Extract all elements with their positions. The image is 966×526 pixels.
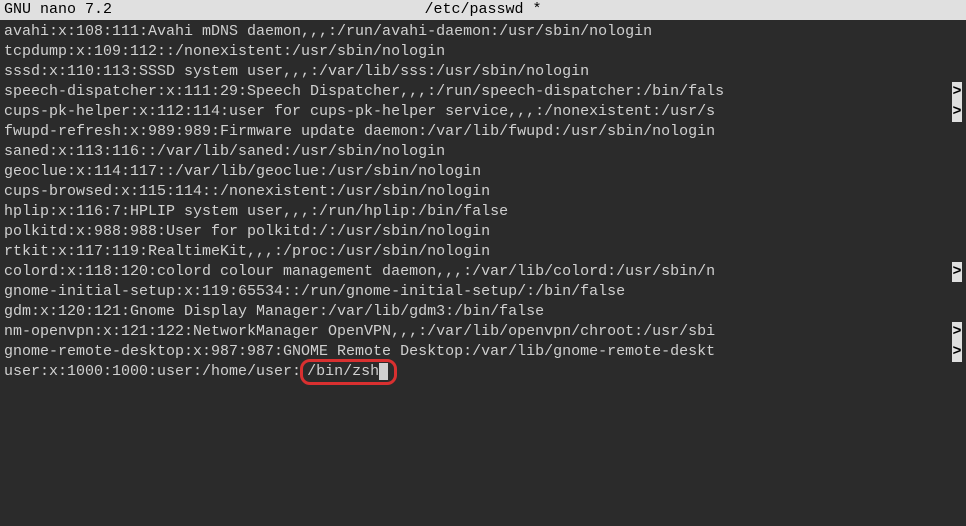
- line-text: fwupd-refresh:x:989:989:Firmware update …: [4, 122, 715, 142]
- file-line[interactable]: colord:x:118:120:colord colour managemen…: [4, 262, 962, 282]
- file-line[interactable]: cups-pk-helper:x:112:114:user for cups-p…: [4, 102, 962, 122]
- continuation-indicator: >: [952, 262, 962, 282]
- app-name: GNU nano 7.2: [4, 0, 112, 20]
- titlebar: GNU nano 7.2 /etc/passwd * GNU nano 7.2: [0, 0, 966, 20]
- file-line[interactable]: polkitd:x:988:988:User for polkitd:/:/us…: [4, 222, 962, 242]
- file-line[interactable]: gdm:x:120:121:Gnome Display Manager:/var…: [4, 302, 962, 322]
- file-line[interactable]: geoclue:x:114:117::/var/lib/geoclue:/usr…: [4, 162, 962, 182]
- line-text: hplip:x:116:7:HPLIP system user,,,:/run/…: [4, 202, 508, 222]
- highlight-annotation: /bin/zsh: [300, 359, 397, 385]
- filename: /etc/passwd *: [112, 0, 854, 20]
- line-text: saned:x:113:116::/var/lib/saned:/usr/sbi…: [4, 142, 445, 162]
- line-text: gdm:x:120:121:Gnome Display Manager:/var…: [4, 302, 544, 322]
- file-line[interactable]: avahi:x:108:111:Avahi mDNS daemon,,,:/ru…: [4, 22, 962, 42]
- line-text: avahi:x:108:111:Avahi mDNS daemon,,,:/ru…: [4, 22, 652, 42]
- file-line[interactable]: sssd:x:110:113:SSSD system user,,,:/var/…: [4, 62, 962, 82]
- editor-content[interactable]: avahi:x:108:111:Avahi mDNS daemon,,,:/ru…: [0, 20, 966, 382]
- file-line[interactable]: speech-dispatcher:x:111:29:Speech Dispat…: [4, 82, 962, 102]
- highlighted-text: /bin/zsh: [307, 363, 379, 380]
- line-text: polkitd:x:988:988:User for polkitd:/:/us…: [4, 222, 490, 242]
- file-line[interactable]: rtkit:x:117:119:RealtimeKit,,,:/proc:/us…: [4, 242, 962, 262]
- continuation-indicator: >: [952, 82, 962, 102]
- file-line[interactable]: saned:x:113:116::/var/lib/saned:/usr/sbi…: [4, 142, 962, 162]
- file-line[interactable]: hplip:x:116:7:HPLIP system user,,,:/run/…: [4, 202, 962, 222]
- line-text: tcpdump:x:109:112::/nonexistent:/usr/sbi…: [4, 42, 445, 62]
- line-text: sssd:x:110:113:SSSD system user,,,:/var/…: [4, 62, 589, 82]
- continuation-indicator: >: [952, 102, 962, 122]
- line-text-prefix: user:x:1000:1000:user:/home/user:: [4, 362, 301, 382]
- line-text: nm-openvpn:x:121:122:NetworkManager Open…: [4, 322, 715, 342]
- cursor: [379, 363, 388, 380]
- line-text: rtkit:x:117:119:RealtimeKit,,,:/proc:/us…: [4, 242, 490, 262]
- line-text: cups-pk-helper:x:112:114:user for cups-p…: [4, 102, 715, 122]
- continuation-indicator: >: [952, 342, 962, 362]
- file-line[interactable]: gnome-initial-setup:x:119:65534::/run/gn…: [4, 282, 962, 302]
- file-line[interactable]: cups-browsed:x:115:114::/nonexistent:/us…: [4, 182, 962, 202]
- line-text: colord:x:118:120:colord colour managemen…: [4, 262, 715, 282]
- file-line[interactable]: gnome-remote-desktop:x:987:987:GNOME Rem…: [4, 342, 962, 362]
- file-line[interactable]: tcpdump:x:109:112::/nonexistent:/usr/sbi…: [4, 42, 962, 62]
- file-line[interactable]: user:x:1000:1000:user:/home/user: /bin/zs…: [4, 362, 962, 382]
- continuation-indicator: >: [952, 322, 962, 342]
- line-text: geoclue:x:114:117::/var/lib/geoclue:/usr…: [4, 162, 481, 182]
- line-text: gnome-initial-setup:x:119:65534::/run/gn…: [4, 282, 625, 302]
- file-line[interactable]: nm-openvpn:x:121:122:NetworkManager Open…: [4, 322, 962, 342]
- line-text: speech-dispatcher:x:111:29:Speech Dispat…: [4, 82, 724, 102]
- file-line[interactable]: fwupd-refresh:x:989:989:Firmware update …: [4, 122, 962, 142]
- line-text: cups-browsed:x:115:114::/nonexistent:/us…: [4, 182, 490, 202]
